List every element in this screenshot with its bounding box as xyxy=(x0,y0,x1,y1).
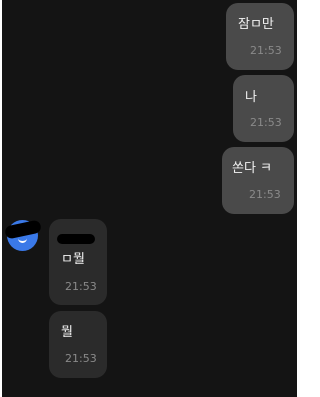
message-timestamp: 21:53 xyxy=(250,44,282,57)
message-timestamp: 21:53 xyxy=(250,116,282,129)
message-bubble-incoming[interactable]: 뭘 21:53 xyxy=(49,311,107,378)
message-bubble-outgoing[interactable]: 나 21:53 xyxy=(233,75,294,142)
message-timestamp: 21:53 xyxy=(65,280,97,293)
chat-panel: 잠ㅁ만 21:53 나 21:53 쏜다 ㅋ 21:53 ㅁ뭘 21:53 뭘 … xyxy=(2,0,297,397)
message-text: 쏜다 ㅋ xyxy=(232,161,273,176)
message-bubble-incoming[interactable]: ㅁ뭘 21:53 xyxy=(49,219,107,305)
message-bubble-outgoing[interactable]: 쏜다 ㅋ 21:53 xyxy=(222,147,294,214)
message-bubble-outgoing[interactable]: 잠ㅁ만 21:53 xyxy=(226,3,294,70)
message-text: 뭘 xyxy=(61,325,73,340)
redaction-mark xyxy=(57,234,95,244)
message-timestamp: 21:53 xyxy=(65,352,97,365)
message-text: 잠ㅁ만 xyxy=(238,17,274,32)
message-text: ㅁ뭘 xyxy=(61,252,85,267)
message-text: 나 xyxy=(245,90,257,105)
message-timestamp: 21:53 xyxy=(249,188,281,201)
